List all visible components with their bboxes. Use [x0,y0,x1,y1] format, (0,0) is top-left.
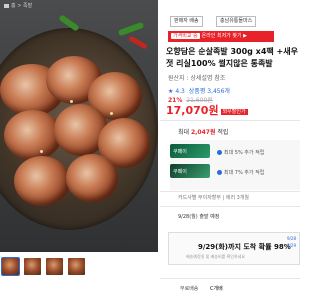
benefit-badge-icon [217,150,222,155]
meat-slice [4,110,62,160]
review-count[interactable]: 상품평 3,456개 [189,88,230,95]
divider [160,278,300,279]
divider [160,120,300,121]
garnish [70,100,73,103]
banner-lead: 가격비교 중 [171,33,200,39]
benefit-badge-icon [217,170,222,175]
points-row: 최대 2,047원 적립 [178,127,228,136]
home-icon[interactable] [4,3,9,8]
delivery-estimate-text: 9/29(화)까지 도착 확률 98% [198,243,291,251]
delivery-estimate: 9/29(화)까지 도착 확률 98% [198,242,291,252]
benefit-1-text: 최대 5% 추가 적립 [224,150,265,156]
coupay-card-2: 쿠페이 [170,164,210,178]
delivery-note: 배송예정일 및 배송비를 확인하세요 [186,254,246,259]
product-title: 오향담은 순살족발 300g x4팩 +새우젓 리실100% 썰지않은 통족발 [166,47,298,68]
star-icon: ★ [168,88,174,95]
benefit-2: 최대 7% 추가 적립 [217,169,264,176]
shipping-label: 무료배송 [180,286,199,292]
divider [160,191,300,192]
sale-price-row: 17,070원 와우할인가 [166,102,248,118]
garnish [40,150,43,153]
thumbnail[interactable] [24,258,41,275]
card-label: 쿠페이 [173,149,187,155]
thumbnail[interactable] [68,258,85,275]
product-image: 홈 > 족발 [0,0,158,252]
divider [160,206,300,207]
green-pepper [117,21,145,37]
product-origin: 원산지 : 상세설명 참조 [168,75,226,82]
red-pepper [128,35,148,50]
seller-tag[interactable]: 충남유통들마스 [216,16,257,27]
breadcrumb-separator: > [17,3,22,9]
banner-text: 온라인 최저가 찾기 ▶ [201,33,248,39]
coupay-card-1: 쿠페이 [170,144,210,158]
side-date: 9/29 [287,243,296,248]
meat-slice [66,154,118,202]
thumbnail[interactable] [1,257,20,276]
price-compare-banner[interactable]: 가격비교 중 온라인 최저가 찾기 ▶ [168,31,274,42]
points-amount: 2,047원 [190,129,216,136]
card-installment-info[interactable]: 카드사별 무이자할부 | 에러 3개월 [178,196,249,201]
price-label: 와우할인가 [220,108,248,115]
ship-date-row: 9/28(월) 출발 예정 [178,214,220,220]
benefit-2-text: 최대 7% 추가 적립 [224,170,265,176]
garnish [110,112,113,115]
benefit-1: 최대 5% 추가 적립 [217,149,264,156]
sale-price: 17,070원 [166,104,219,117]
side-dates: 9/28 9/29 [287,235,296,249]
card-label: 쿠페이 [173,169,187,175]
meat-slice [14,156,70,206]
points-prefix: 최대 [178,129,190,136]
seller-delivery-tag: 판매자 배송 [170,16,203,27]
rating-value: 4.3 [175,88,185,95]
breadcrumb-item[interactable]: 족발 [23,3,32,9]
side-date: 9/28 [287,236,296,241]
breadcrumb: 홈 > 족발 [4,2,32,9]
rating-row: ★ 4.3 상품평 3,456개 [168,86,230,95]
breadcrumb-home[interactable]: 홈 [11,3,16,9]
thumbnail-strip [0,257,160,278]
shipping-value: C개배 [210,286,223,292]
thumbnail[interactable] [46,258,63,275]
points-suffix: 적립 [217,129,229,136]
